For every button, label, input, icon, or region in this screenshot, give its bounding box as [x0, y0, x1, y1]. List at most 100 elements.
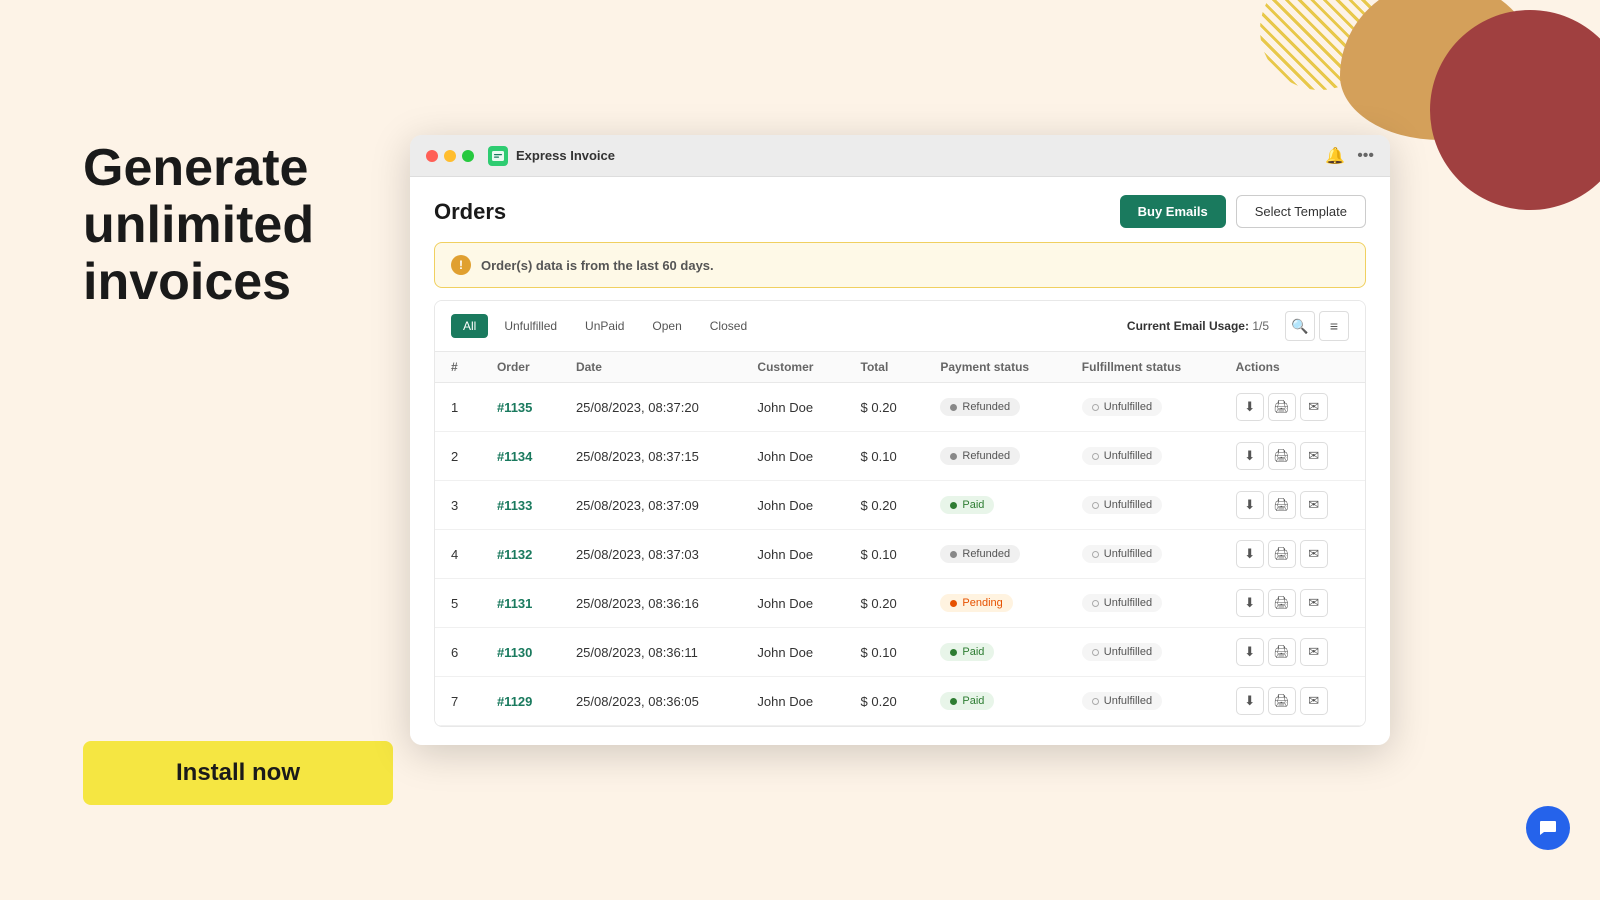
- print-button[interactable]: 🖨: [1268, 687, 1296, 715]
- notification-icon[interactable]: 🔔: [1325, 146, 1345, 166]
- row-date: 25/08/2023, 08:37:09: [560, 481, 741, 530]
- filter-tabs: All Unfulfilled UnPaid Open Closed: [451, 314, 759, 338]
- header-buttons: Buy Emails Select Template: [1120, 195, 1366, 228]
- more-options-icon[interactable]: •••: [1357, 147, 1374, 165]
- email-button[interactable]: ✉: [1300, 687, 1328, 715]
- row-order[interactable]: #1132: [481, 530, 560, 579]
- table-row: 5 #1131 25/08/2023, 08:36:16 John Doe $ …: [435, 579, 1365, 628]
- print-button[interactable]: 🖨: [1268, 638, 1296, 666]
- row-num: 5: [435, 579, 481, 628]
- download-button[interactable]: ⬇: [1236, 589, 1264, 617]
- row-fulfillment: Unfulfilled: [1066, 677, 1220, 726]
- col-order: Order: [481, 352, 560, 383]
- orders-table: # Order Date Customer Total Payment stat…: [435, 352, 1365, 726]
- print-button[interactable]: 🖨: [1268, 491, 1296, 519]
- tab-open[interactable]: Open: [640, 314, 693, 338]
- select-template-button[interactable]: Select Template: [1236, 195, 1366, 228]
- download-button[interactable]: ⬇: [1236, 540, 1264, 568]
- print-button[interactable]: 🖨: [1268, 442, 1296, 470]
- minimize-button[interactable]: [444, 150, 456, 162]
- col-payment: Payment status: [924, 352, 1065, 383]
- table-container: All Unfulfilled UnPaid Open Closed Curre…: [434, 300, 1366, 727]
- row-customer: John Doe: [741, 432, 844, 481]
- row-date: 25/08/2023, 08:36:11: [560, 628, 741, 677]
- search-button[interactable]: 🔍: [1285, 311, 1315, 341]
- row-date: 25/08/2023, 08:37:15: [560, 432, 741, 481]
- app-title: Express Invoice: [516, 148, 615, 163]
- row-order[interactable]: #1133: [481, 481, 560, 530]
- row-total: $ 0.10: [845, 530, 925, 579]
- maximize-button[interactable]: [462, 150, 474, 162]
- search-filter-buttons: 🔍 ≡: [1285, 311, 1349, 341]
- col-num: #: [435, 352, 481, 383]
- row-total: $ 0.20: [845, 579, 925, 628]
- table-row: 7 #1129 25/08/2023, 08:36:05 John Doe $ …: [435, 677, 1365, 726]
- col-customer: Customer: [741, 352, 844, 383]
- row-actions: ⬇ 🖨 ✉: [1220, 481, 1365, 530]
- row-fulfillment: Unfulfilled: [1066, 530, 1220, 579]
- email-button[interactable]: ✉: [1300, 540, 1328, 568]
- install-now-button[interactable]: Install now: [83, 741, 393, 805]
- table-row: 3 #1133 25/08/2023, 08:37:09 John Doe $ …: [435, 481, 1365, 530]
- row-actions: ⬇ 🖨 ✉: [1220, 579, 1365, 628]
- print-button[interactable]: 🖨: [1268, 589, 1296, 617]
- row-num: 6: [435, 628, 481, 677]
- row-customer: John Doe: [741, 530, 844, 579]
- row-actions: ⬇ 🖨 ✉: [1220, 383, 1365, 432]
- row-order[interactable]: #1129: [481, 677, 560, 726]
- row-fulfillment: Unfulfilled: [1066, 481, 1220, 530]
- tab-unpaid[interactable]: UnPaid: [573, 314, 636, 338]
- print-button[interactable]: 🖨: [1268, 393, 1296, 421]
- app-content: Orders Buy Emails Select Template ! Orde…: [410, 177, 1390, 745]
- close-button[interactable]: [426, 150, 438, 162]
- email-usage: Current Email Usage: 1/5: [1127, 319, 1269, 333]
- row-fulfillment: Unfulfilled: [1066, 579, 1220, 628]
- headline: Generate unlimited invoices: [83, 140, 314, 312]
- row-fulfillment: Unfulfilled: [1066, 628, 1220, 677]
- download-button[interactable]: ⬇: [1236, 393, 1264, 421]
- row-date: 25/08/2023, 08:37:20: [560, 383, 741, 432]
- app-icon: [488, 146, 508, 166]
- alert-icon: !: [451, 255, 471, 275]
- row-fulfillment: Unfulfilled: [1066, 432, 1220, 481]
- app-window: Express Invoice 🔔 ••• Orders Buy Emails …: [410, 135, 1390, 745]
- tab-closed[interactable]: Closed: [698, 314, 759, 338]
- chat-button[interactable]: [1526, 806, 1570, 850]
- row-total: $ 0.10: [845, 628, 925, 677]
- row-order[interactable]: #1131: [481, 579, 560, 628]
- row-customer: John Doe: [741, 628, 844, 677]
- email-button[interactable]: ✉: [1300, 589, 1328, 617]
- left-content: Generate unlimited invoices: [83, 140, 314, 312]
- row-fulfillment: Unfulfilled: [1066, 383, 1220, 432]
- row-order[interactable]: #1134: [481, 432, 560, 481]
- email-button[interactable]: ✉: [1300, 442, 1328, 470]
- alert-text: Order(s) data is from the last 60 days.: [481, 258, 714, 273]
- row-payment: Paid: [924, 481, 1065, 530]
- filter-button[interactable]: ≡: [1319, 311, 1349, 341]
- row-total: $ 0.20: [845, 383, 925, 432]
- row-payment: Refunded: [924, 530, 1065, 579]
- row-num: 4: [435, 530, 481, 579]
- buy-emails-button[interactable]: Buy Emails: [1120, 195, 1226, 228]
- download-button[interactable]: ⬇: [1236, 638, 1264, 666]
- tab-unfulfilled[interactable]: Unfulfilled: [492, 314, 569, 338]
- col-fulfillment: Fulfillment status: [1066, 352, 1220, 383]
- download-button[interactable]: ⬇: [1236, 687, 1264, 715]
- row-order[interactable]: #1135: [481, 383, 560, 432]
- row-order[interactable]: #1130: [481, 628, 560, 677]
- col-total: Total: [845, 352, 925, 383]
- download-button[interactable]: ⬇: [1236, 442, 1264, 470]
- row-num: 2: [435, 432, 481, 481]
- email-button[interactable]: ✉: [1300, 638, 1328, 666]
- print-button[interactable]: 🖨: [1268, 540, 1296, 568]
- alert-banner: ! Order(s) data is from the last 60 days…: [434, 242, 1366, 288]
- table-header-row: # Order Date Customer Total Payment stat…: [435, 352, 1365, 383]
- row-total: $ 0.10: [845, 432, 925, 481]
- email-button[interactable]: ✉: [1300, 491, 1328, 519]
- tab-all[interactable]: All: [451, 314, 488, 338]
- row-total: $ 0.20: [845, 481, 925, 530]
- table-row: 4 #1132 25/08/2023, 08:37:03 John Doe $ …: [435, 530, 1365, 579]
- download-button[interactable]: ⬇: [1236, 491, 1264, 519]
- col-date: Date: [560, 352, 741, 383]
- email-button[interactable]: ✉: [1300, 393, 1328, 421]
